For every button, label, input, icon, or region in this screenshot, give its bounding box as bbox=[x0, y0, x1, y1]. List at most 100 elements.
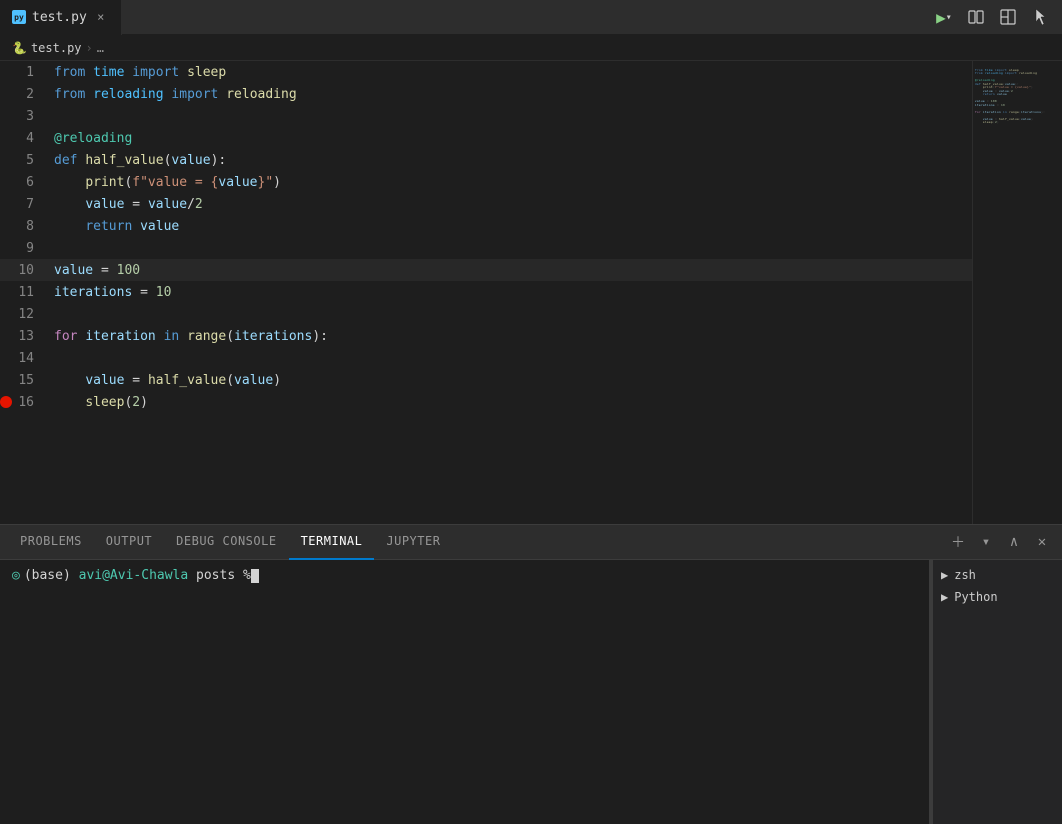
code-line: 1 from time import sleep bbox=[0, 61, 972, 83]
code-line: 3 bbox=[0, 105, 972, 127]
terminal-cursor bbox=[251, 569, 259, 583]
line-number: 12 bbox=[0, 303, 50, 325]
run-arrow-icon: ▶ bbox=[936, 8, 946, 27]
code-line: 13 for iteration in range(iterations): bbox=[0, 325, 972, 347]
code-line: 15 value = half_value(value) bbox=[0, 369, 972, 391]
line-content bbox=[50, 237, 972, 259]
terminal-item-icon-python: ▶ bbox=[941, 590, 948, 604]
layout-button[interactable] bbox=[994, 3, 1022, 31]
cursor-icon bbox=[1026, 3, 1054, 31]
line-content: sleep(2) bbox=[50, 391, 972, 413]
terminal-item-python[interactable]: ▶ Python bbox=[933, 586, 1062, 608]
panel-actions: ＋ ▾ ∧ ✕ bbox=[946, 530, 1054, 554]
toolbar-right: ▶ ▾ bbox=[930, 3, 1062, 31]
breadcrumb-file-icon: 🐍 bbox=[12, 41, 27, 55]
line-content: from time import sleep bbox=[50, 61, 972, 83]
code-line: 2 from reloading import reloading bbox=[0, 83, 972, 105]
breadcrumb-separator: › bbox=[86, 41, 93, 55]
line-number: 14 bbox=[0, 347, 50, 369]
line-number: 9 bbox=[0, 237, 50, 259]
line-number: 7 bbox=[0, 193, 50, 215]
tab-problems[interactable]: PROBLEMS bbox=[8, 525, 94, 560]
line-content: value = half_value(value) bbox=[50, 369, 972, 391]
tab-label: test.py bbox=[32, 10, 87, 25]
prompt-user-text: avi@Avi-Chawla bbox=[79, 568, 189, 583]
line-number: 3 bbox=[0, 105, 50, 127]
code-line-active: 10 value = 100 bbox=[0, 259, 972, 281]
prompt-path-text: posts % bbox=[188, 568, 251, 583]
line-content bbox=[50, 303, 972, 325]
line-content: print(f"value = {value}") bbox=[50, 171, 972, 193]
line-content: from reloading import reloading bbox=[50, 83, 972, 105]
layout-icon bbox=[1000, 9, 1016, 25]
breadcrumb-ellipsis: … bbox=[97, 41, 104, 55]
line-number: 2 bbox=[0, 83, 50, 105]
bottom-panel: PROBLEMS OUTPUT DEBUG CONSOLE TERMINAL J… bbox=[0, 524, 1062, 824]
tab-test-py[interactable]: py test.py × bbox=[0, 0, 122, 35]
line-content bbox=[50, 105, 972, 127]
line-number: 8 bbox=[0, 215, 50, 237]
mouse-cursor bbox=[1030, 7, 1050, 27]
terminal-item-zsh[interactable]: ▶ zsh bbox=[933, 564, 1062, 586]
code-line: 4 @reloading bbox=[0, 127, 972, 149]
line-number: 11 bbox=[0, 281, 50, 303]
line-number: 13 bbox=[0, 325, 50, 347]
code-line: 7 value = value/2 bbox=[0, 193, 972, 215]
terminal-main[interactable]: ◎ (base) avi@Avi-Chawla posts % bbox=[0, 560, 929, 824]
terminal-item-label-zsh: zsh bbox=[954, 568, 976, 582]
line-content: def half_value(value): bbox=[50, 149, 972, 171]
line-content: @reloading bbox=[50, 127, 972, 149]
panel-collapse-button[interactable]: ∧ bbox=[1002, 530, 1026, 554]
terminal-sidebar: ▶ zsh ▶ Python bbox=[932, 560, 1062, 824]
tab-debug-console[interactable]: DEBUG CONSOLE bbox=[164, 525, 288, 560]
code-line: 11 iterations = 10 bbox=[0, 281, 972, 303]
python-file-icon: py bbox=[12, 10, 26, 24]
tab-jupyter[interactable]: JUPYTER bbox=[374, 525, 452, 560]
editor-area: 1 from time import sleep 2 from reloadin… bbox=[0, 61, 1062, 524]
line-content bbox=[50, 347, 972, 369]
line-content: value = value/2 bbox=[50, 193, 972, 215]
line-number: 1 bbox=[0, 61, 50, 83]
panel-close-button[interactable]: ✕ bbox=[1030, 530, 1054, 554]
line-content: iterations = 10 bbox=[50, 281, 972, 303]
line-number: 16 bbox=[0, 391, 50, 413]
new-terminal-button[interactable]: ＋ bbox=[946, 530, 970, 554]
terminal-item-label-python: Python bbox=[954, 590, 997, 604]
panel-tabs: PROBLEMS OUTPUT DEBUG CONSOLE TERMINAL J… bbox=[0, 525, 1062, 560]
tab-terminal[interactable]: TERMINAL bbox=[289, 525, 375, 560]
code-line: 6 print(f"value = {value}") bbox=[0, 171, 972, 193]
breadcrumb-file[interactable]: test.py bbox=[31, 41, 82, 55]
breadcrumb: 🐍 test.py › … bbox=[0, 35, 1062, 61]
code-line: 5 def half_value(value): bbox=[0, 149, 972, 171]
breakpoint-dot bbox=[0, 396, 12, 408]
line-number: 5 bbox=[0, 149, 50, 171]
code-line: 8 return value bbox=[0, 215, 972, 237]
code-line-breakpoint: 16 sleep(2) bbox=[0, 391, 972, 413]
code-editor[interactable]: 1 from time import sleep 2 from reloadin… bbox=[0, 61, 972, 524]
minimap-content: from time import sleep from reloading im… bbox=[973, 61, 1062, 129]
code-line: 14 bbox=[0, 347, 972, 369]
terminal-item-icon-zsh: ▶ bbox=[941, 568, 948, 582]
run-dropdown-icon: ▾ bbox=[946, 12, 952, 23]
code-lines: 1 from time import sleep 2 from reloadin… bbox=[0, 61, 972, 413]
line-content: return value bbox=[50, 215, 972, 237]
tab-close-button[interactable]: × bbox=[93, 9, 109, 25]
line-content: for iteration in range(iterations): bbox=[50, 325, 972, 347]
line-number: 10 bbox=[0, 259, 50, 281]
split-icon bbox=[968, 9, 984, 25]
terminal-dropdown-button[interactable]: ▾ bbox=[974, 530, 998, 554]
terminal-prompt-text: (base) avi@Avi-Chawla posts % bbox=[24, 568, 251, 583]
panel-content: ◎ (base) avi@Avi-Chawla posts % ▶ zsh ▶ … bbox=[0, 560, 1062, 824]
terminal-prompt: ◎ (base) avi@Avi-Chawla posts % bbox=[12, 568, 917, 583]
tab-output[interactable]: OUTPUT bbox=[94, 525, 164, 560]
code-line: 9 bbox=[0, 237, 972, 259]
line-number: 15 bbox=[0, 369, 50, 391]
code-line: 12 bbox=[0, 303, 972, 325]
line-number: 4 bbox=[0, 127, 50, 149]
prompt-base-text: (base) bbox=[24, 568, 79, 583]
minimap: from time import sleep from reloading im… bbox=[972, 61, 1062, 524]
run-button[interactable]: ▶ ▾ bbox=[930, 3, 958, 31]
split-editor-button[interactable] bbox=[962, 3, 990, 31]
line-number: 6 bbox=[0, 171, 50, 193]
line-content: value = 100 bbox=[50, 259, 972, 281]
